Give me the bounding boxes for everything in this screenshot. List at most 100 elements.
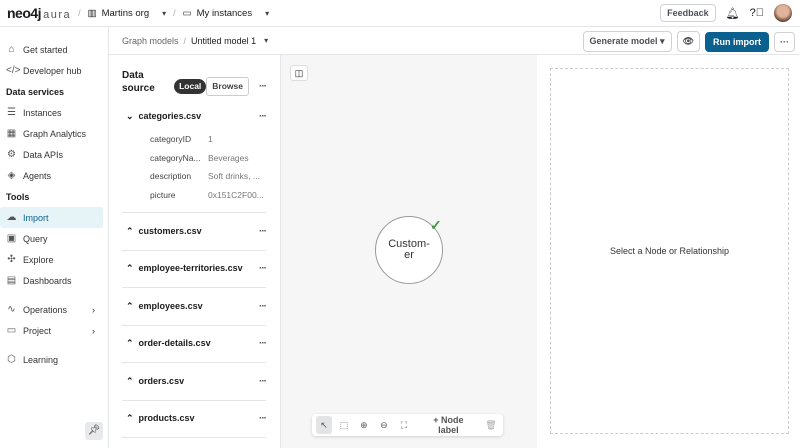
more-icon[interactable]: ··· — [259, 226, 267, 237]
code-icon: </> — [6, 65, 21, 76]
sidebar-item-explore[interactable]: ✣ Explore — [0, 249, 103, 270]
sidebar-item-developer-hub[interactable]: </> Developer hub — [0, 60, 103, 81]
chevron-down-icon: ▾ — [162, 8, 167, 18]
zoom-in-icon[interactable]: ⊕ — [356, 420, 372, 431]
more-icon[interactable]: ··· — [259, 111, 267, 122]
breadcrumb-graph-models[interactable]: Graph models — [122, 36, 179, 46]
sidebar-item-get-started[interactable]: ⌂ Get started — [0, 39, 103, 60]
file-item[interactable]: ⌃ employee-territories.csv ··· — [122, 251, 267, 288]
more-options-button[interactable]: ··· — [774, 31, 795, 52]
panel-toggle-icon[interactable]: ◫ — [290, 65, 308, 81]
sidebar-item-label: Import — [23, 212, 49, 223]
file-item[interactable]: ⌄ categories.csv ··· — [122, 102, 267, 130]
field-value: Soft drinks, ... — [208, 171, 260, 182]
analytics-icon: ▦ — [6, 128, 17, 139]
preview-eye-button[interactable]: 👁︎ — [676, 31, 700, 52]
local-tab[interactable]: Local — [174, 79, 207, 94]
chevron-right-icon: › — [92, 325, 95, 336]
sidebar-item-label: Agents — [23, 170, 52, 181]
field-value: 0x151C2F00... — [208, 189, 264, 200]
fit-view-icon[interactable]: ⛶ — [396, 420, 412, 431]
sidebar-section: Data services — [6, 86, 65, 97]
file-item[interactable]: ⌃ orders.csv ··· — [122, 363, 267, 401]
file-item[interactable]: ⌃ order-details.csv ··· — [122, 326, 267, 363]
zoom-out-icon[interactable]: ⊖ — [376, 420, 392, 431]
trash-icon[interactable]: 🗑︎ — [483, 420, 499, 431]
add-node-label-button[interactable]: + Node label — [422, 415, 475, 435]
more-icon[interactable]: ··· — [259, 413, 267, 424]
pin-sidebar-icon[interactable]: 📌︎ — [85, 422, 103, 440]
home-icon: ⌂ — [8, 44, 15, 55]
sidebar: ⌂ Get started </> Developer hub Data service… — [0, 27, 109, 448]
chevron-up-icon[interactable]: ⌃ — [126, 226, 134, 236]
chevron-down-icon[interactable]: ▾ — [264, 36, 268, 45]
field-value: 1 — [208, 134, 213, 145]
sidebar-item-project[interactable]: ▭ Project › — [0, 320, 103, 341]
sidebar-item-graph-analytics[interactable]: ▦ Graph Analytics — [0, 123, 103, 144]
sidebar-item-instances[interactable]: ☰ Instances — [0, 102, 103, 123]
folder-icon: ▭ — [6, 325, 17, 336]
box-select-icon[interactable]: ⬚ — [336, 420, 352, 431]
sidebar-item-agents[interactable]: ◈ Agents — [0, 165, 103, 186]
sidebar-item-query[interactable]: ▣ Query — [0, 228, 103, 249]
sidebar-item-operations[interactable]: ∿ Operations › — [0, 299, 103, 320]
sidebar-item-import[interactable]: ☁ Import — [0, 207, 103, 228]
more-icon[interactable]: ··· — [259, 263, 267, 274]
sidebar-item-label: Graph Analytics — [23, 128, 87, 139]
folder-icon: ▭ — [182, 7, 192, 19]
chevron-up-icon[interactable]: ⌃ — [126, 413, 134, 423]
bell-icon[interactable]: 🔔︎ — [726, 7, 740, 20]
sidebar-item-label: Learning — [23, 354, 59, 365]
file-name: categories.csv — [138, 110, 202, 121]
model-name[interactable]: Untitled model 1 — [191, 36, 256, 46]
data-source-panel: Data source Local Browse ··· ⌄ categories.cs… — [109, 55, 281, 448]
run-import-button[interactable]: Run import — [705, 31, 769, 52]
graph-canvas[interactable]: ◫ Custom-er ✓ ↖ ⬚ ⊕ ⊖ ⛶ + Node label 🗑︎ — [281, 55, 537, 448]
chevron-down-icon[interactable]: ⌄ — [126, 111, 134, 121]
subheader: Graph models / Untitled model 1 ▾ Genera… — [109, 27, 800, 55]
file-item[interactable]: ⌃ products.csv ··· — [122, 401, 267, 438]
sidebar-item-label: Operations — [23, 304, 68, 315]
file-item[interactable]: ⌃ employees.csv ··· — [122, 288, 267, 326]
field-row: categoryID 1 — [122, 130, 266, 149]
more-icon[interactable]: ··· — [259, 376, 267, 387]
field-row: categoryNa... Beverages — [122, 149, 266, 168]
more-icon[interactable]: ··· — [259, 80, 267, 93]
file-item[interactable]: ⌃ customers.csv ··· — [122, 213, 267, 251]
help-icon[interactable]: ?⃝ — [750, 7, 764, 19]
file-name: customers.csv — [138, 225, 202, 236]
chevron-up-icon[interactable]: ⌃ — [126, 376, 134, 386]
more-icon[interactable]: ··· — [259, 301, 267, 312]
instances-selector[interactable]: ▭ My instances ▾ — [183, 8, 269, 19]
details-panel: Select a Node or Relationship — [550, 68, 789, 434]
sidebar-item-label: Project — [23, 325, 52, 336]
sidebar-item-label: Instances — [23, 107, 62, 118]
canvas-toolbar: ↖ ⬚ ⊕ ⊖ ⛶ + Node label 🗑︎ — [312, 414, 503, 436]
sidebar-item-label: Data APIs — [23, 149, 64, 160]
field-row: description Soft drinks, ... — [122, 167, 266, 186]
feedback-button[interactable]: Feedback — [660, 4, 716, 22]
file-name: employee-territories.csv — [138, 263, 243, 274]
sidebar-item-data-apis[interactable]: ⚙ Data APIs — [0, 144, 103, 165]
agent-icon: ◈ — [7, 170, 16, 181]
chevron-up-icon[interactable]: ⌃ — [126, 263, 134, 273]
field-name: picture — [150, 189, 176, 200]
sidebar-item-label: Query — [23, 233, 48, 244]
check-icon: ✓ — [430, 217, 442, 233]
more-icon[interactable]: ··· — [259, 338, 267, 349]
chevron-up-icon[interactable]: ⌃ — [126, 301, 134, 311]
org-selector[interactable]: ▥ Martins org ▾ — [88, 8, 167, 19]
neo4j-aura-logo[interactable]: neo4j aura — [7, 5, 71, 21]
field-name: description — [150, 171, 192, 182]
generate-model-button[interactable]: Generate model ▾ — [582, 31, 672, 52]
browse-tab[interactable]: Browse — [206, 77, 249, 96]
sidebar-item-dashboards[interactable]: ▤ Dashboards — [0, 270, 103, 291]
chevron-up-icon[interactable]: ⌃ — [126, 338, 134, 348]
sidebar-item-label: Get started — [23, 44, 68, 55]
select-pointer-icon[interactable]: ↖ — [316, 416, 332, 434]
database-icon: ☰ — [7, 107, 16, 118]
avatar[interactable] — [774, 4, 792, 22]
import-icon: ☁ — [6, 212, 17, 223]
file-name: order-details.csv — [138, 338, 211, 349]
sidebar-item-learning[interactable]: ⬡ Learning — [0, 349, 103, 370]
